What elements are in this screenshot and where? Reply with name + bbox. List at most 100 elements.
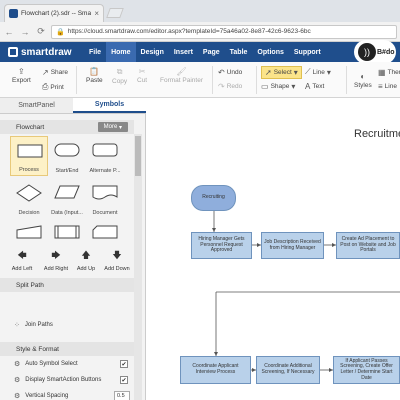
flow-node-recruiting[interactable]: Recruiting bbox=[191, 185, 236, 211]
paste-icon: 📋 bbox=[89, 67, 100, 76]
auto-symbol-checkbox[interactable]: ✔ bbox=[120, 360, 128, 368]
share-label: Share bbox=[50, 69, 69, 76]
symbols-panel: Flowchart More ▾ Process Start/End Alter… bbox=[0, 114, 146, 400]
shape-process[interactable]: Process bbox=[10, 136, 48, 176]
flow-node-additional-screening[interactable]: Coordinate Additional Screening, If Nece… bbox=[256, 356, 320, 384]
print-button[interactable]: ⎙ Print bbox=[42, 82, 64, 92]
shape-alternate-process[interactable]: Alternate P... bbox=[86, 136, 124, 176]
vertical-spacing-row: ⚙ Vertical Spacing 0.5 bbox=[14, 390, 134, 400]
chevron-down-icon: ▾ bbox=[291, 82, 296, 91]
more-label: More bbox=[103, 124, 118, 130]
add-down-label: Add Down bbox=[104, 266, 130, 272]
arrow-left-icon: 🡄 bbox=[17, 250, 27, 260]
display-smartaction-checkbox[interactable]: ✔ bbox=[120, 376, 128, 384]
join-paths-button[interactable]: ⁘ Join Paths bbox=[14, 319, 134, 331]
add-down-button[interactable]: 🡇 Add Down bbox=[101, 248, 133, 272]
menu-file[interactable]: File bbox=[84, 42, 106, 62]
shape-predefined[interactable] bbox=[48, 220, 86, 242]
shape-decision[interactable]: Decision bbox=[10, 178, 48, 218]
browser-tab-title: Flowchart (2).sdr -- Smart bbox=[21, 10, 92, 17]
arrow-down-icon: 🡇 bbox=[112, 250, 122, 260]
line-style-button[interactable]: ≡ Line bbox=[378, 82, 397, 91]
tab-symbols[interactable]: Symbols bbox=[73, 98, 146, 113]
flow-node-create-ad[interactable]: Create Ad Placement to Post on Website a… bbox=[336, 232, 400, 259]
styles-button[interactable]: ◐ Styles bbox=[354, 72, 372, 89]
select-label: Select bbox=[273, 69, 292, 76]
flow-node-offer-letter[interactable]: If Applicant Passes Screening, Create Of… bbox=[333, 356, 400, 384]
join-paths-label: Join Paths bbox=[24, 322, 53, 328]
shape-label: Document bbox=[92, 210, 118, 216]
forward-icon[interactable]: → bbox=[19, 26, 31, 38]
chevron-down-icon: ▾ bbox=[326, 67, 331, 77]
menu-home[interactable]: Home bbox=[106, 42, 136, 62]
menu-options[interactable]: Options bbox=[252, 42, 288, 62]
split-path-section-header[interactable]: Split Path bbox=[0, 278, 134, 292]
browser-tab[interactable]: Flowchart (2).sdr -- Smart × bbox=[4, 4, 104, 22]
logo-text: smartdraw bbox=[21, 46, 72, 58]
shape-label: Process bbox=[19, 167, 39, 173]
share-icon: ↗ bbox=[42, 68, 49, 77]
display-smartaction-row: ⚙ Display SmartAction Buttons ✔ bbox=[14, 374, 134, 386]
shape-start-end[interactable]: Start/End bbox=[48, 136, 86, 176]
overlay-text: B#do bbox=[377, 48, 395, 56]
decision-shape-icon bbox=[16, 184, 42, 202]
auto-symbol-select-row: ⚙ Auto Symbol Select ✔ bbox=[14, 358, 134, 370]
panel-scrollbar[interactable] bbox=[134, 134, 142, 400]
copy-label: Copy bbox=[112, 78, 128, 85]
cut-icon: ✂ bbox=[138, 67, 146, 76]
menu-design[interactable]: Design bbox=[136, 42, 169, 62]
flow-node-hiring-manager[interactable]: Hiring Manager Gets Personnel Request Ap… bbox=[191, 232, 252, 259]
shape-label: Decision bbox=[18, 210, 40, 216]
paintbrush-icon: 🖌 bbox=[176, 67, 187, 76]
paste-button[interactable]: 📋 Paste bbox=[86, 67, 103, 84]
scrollbar-thumb[interactable] bbox=[135, 136, 141, 176]
close-tab-icon[interactable]: × bbox=[94, 9, 99, 18]
shape-label: Shape bbox=[270, 83, 290, 90]
menu-table[interactable]: Table bbox=[225, 42, 253, 62]
menu-insert[interactable]: Insert bbox=[169, 42, 198, 62]
shape-document[interactable]: Document bbox=[86, 178, 124, 218]
add-left-button[interactable]: 🡄 Add Left bbox=[6, 248, 38, 272]
arrow-up-icon: 🡅 bbox=[81, 250, 91, 260]
line-tool-button[interactable]: ⟋ Line ▾ bbox=[305, 67, 331, 77]
reload-icon[interactable]: ⟳ bbox=[35, 26, 47, 38]
undo-button[interactable]: ↶ Undo bbox=[218, 68, 242, 77]
diagram-canvas[interactable]: Recruitme Recruiting Hiring Manager Gets… bbox=[147, 98, 400, 400]
tab-smartpanel[interactable]: SmartPanel bbox=[0, 98, 73, 113]
back-icon[interactable]: ← bbox=[3, 26, 15, 38]
shape-tool-button[interactable]: ▭ Shape ▾ bbox=[261, 82, 295, 91]
redo-button[interactable]: ↷ Redo bbox=[218, 82, 242, 91]
shape-icon: ▭ bbox=[261, 82, 269, 91]
theme-button[interactable]: ▦ Ther bbox=[378, 68, 400, 77]
line-style-icon: ≡ bbox=[378, 82, 383, 91]
pointer-icon: ➚ bbox=[265, 68, 272, 77]
style-format-section-header[interactable]: Style & Format bbox=[0, 342, 134, 356]
menu-support[interactable]: Support bbox=[289, 42, 326, 62]
split-path-label: Split Path bbox=[16, 281, 44, 289]
url-field[interactable]: 🔒 https://cloud.smartdraw.com/editor.asp… bbox=[51, 24, 397, 39]
new-tab-button[interactable] bbox=[106, 8, 124, 18]
join-paths-icon: ⁘ bbox=[14, 322, 20, 329]
format-painter-button[interactable]: 🖌 Format Painter bbox=[160, 67, 203, 84]
menu-page[interactable]: Page bbox=[198, 42, 225, 62]
vertical-spacing-input[interactable]: 0.5 bbox=[114, 391, 130, 400]
shape-label: Data (Input... bbox=[51, 210, 83, 216]
smartdraw-favicon-icon bbox=[9, 9, 18, 18]
shape-manual-input[interactable] bbox=[10, 220, 48, 242]
flowchart-section-header[interactable]: Flowchart More ▾ bbox=[0, 120, 134, 134]
print-icon: ⎙ bbox=[42, 82, 49, 91]
add-right-button[interactable]: 🡆 Add Right bbox=[40, 248, 72, 272]
shape-card[interactable] bbox=[86, 220, 124, 242]
add-up-button[interactable]: 🡅 Add Up bbox=[70, 248, 102, 272]
text-tool-button[interactable]: A Text bbox=[305, 82, 324, 91]
flow-node-job-description[interactable]: Job Description Received from Hiring Man… bbox=[261, 232, 324, 259]
copy-button[interactable]: ⧉ Copy bbox=[112, 67, 127, 85]
document-shape-icon bbox=[92, 185, 118, 200]
select-tool-button[interactable]: ➚ Select ▾ bbox=[261, 66, 302, 79]
cut-button[interactable]: ✂ Cut bbox=[137, 67, 147, 84]
export-button[interactable]: ⇪ Export bbox=[12, 67, 31, 84]
more-button[interactable]: More ▾ bbox=[97, 122, 128, 132]
share-button[interactable]: ↗ Share bbox=[42, 68, 68, 77]
shape-data-input[interactable]: Data (Input... bbox=[48, 178, 86, 218]
flow-node-coordinate-interview[interactable]: Coordinate Applicant Interview Process bbox=[180, 356, 251, 384]
